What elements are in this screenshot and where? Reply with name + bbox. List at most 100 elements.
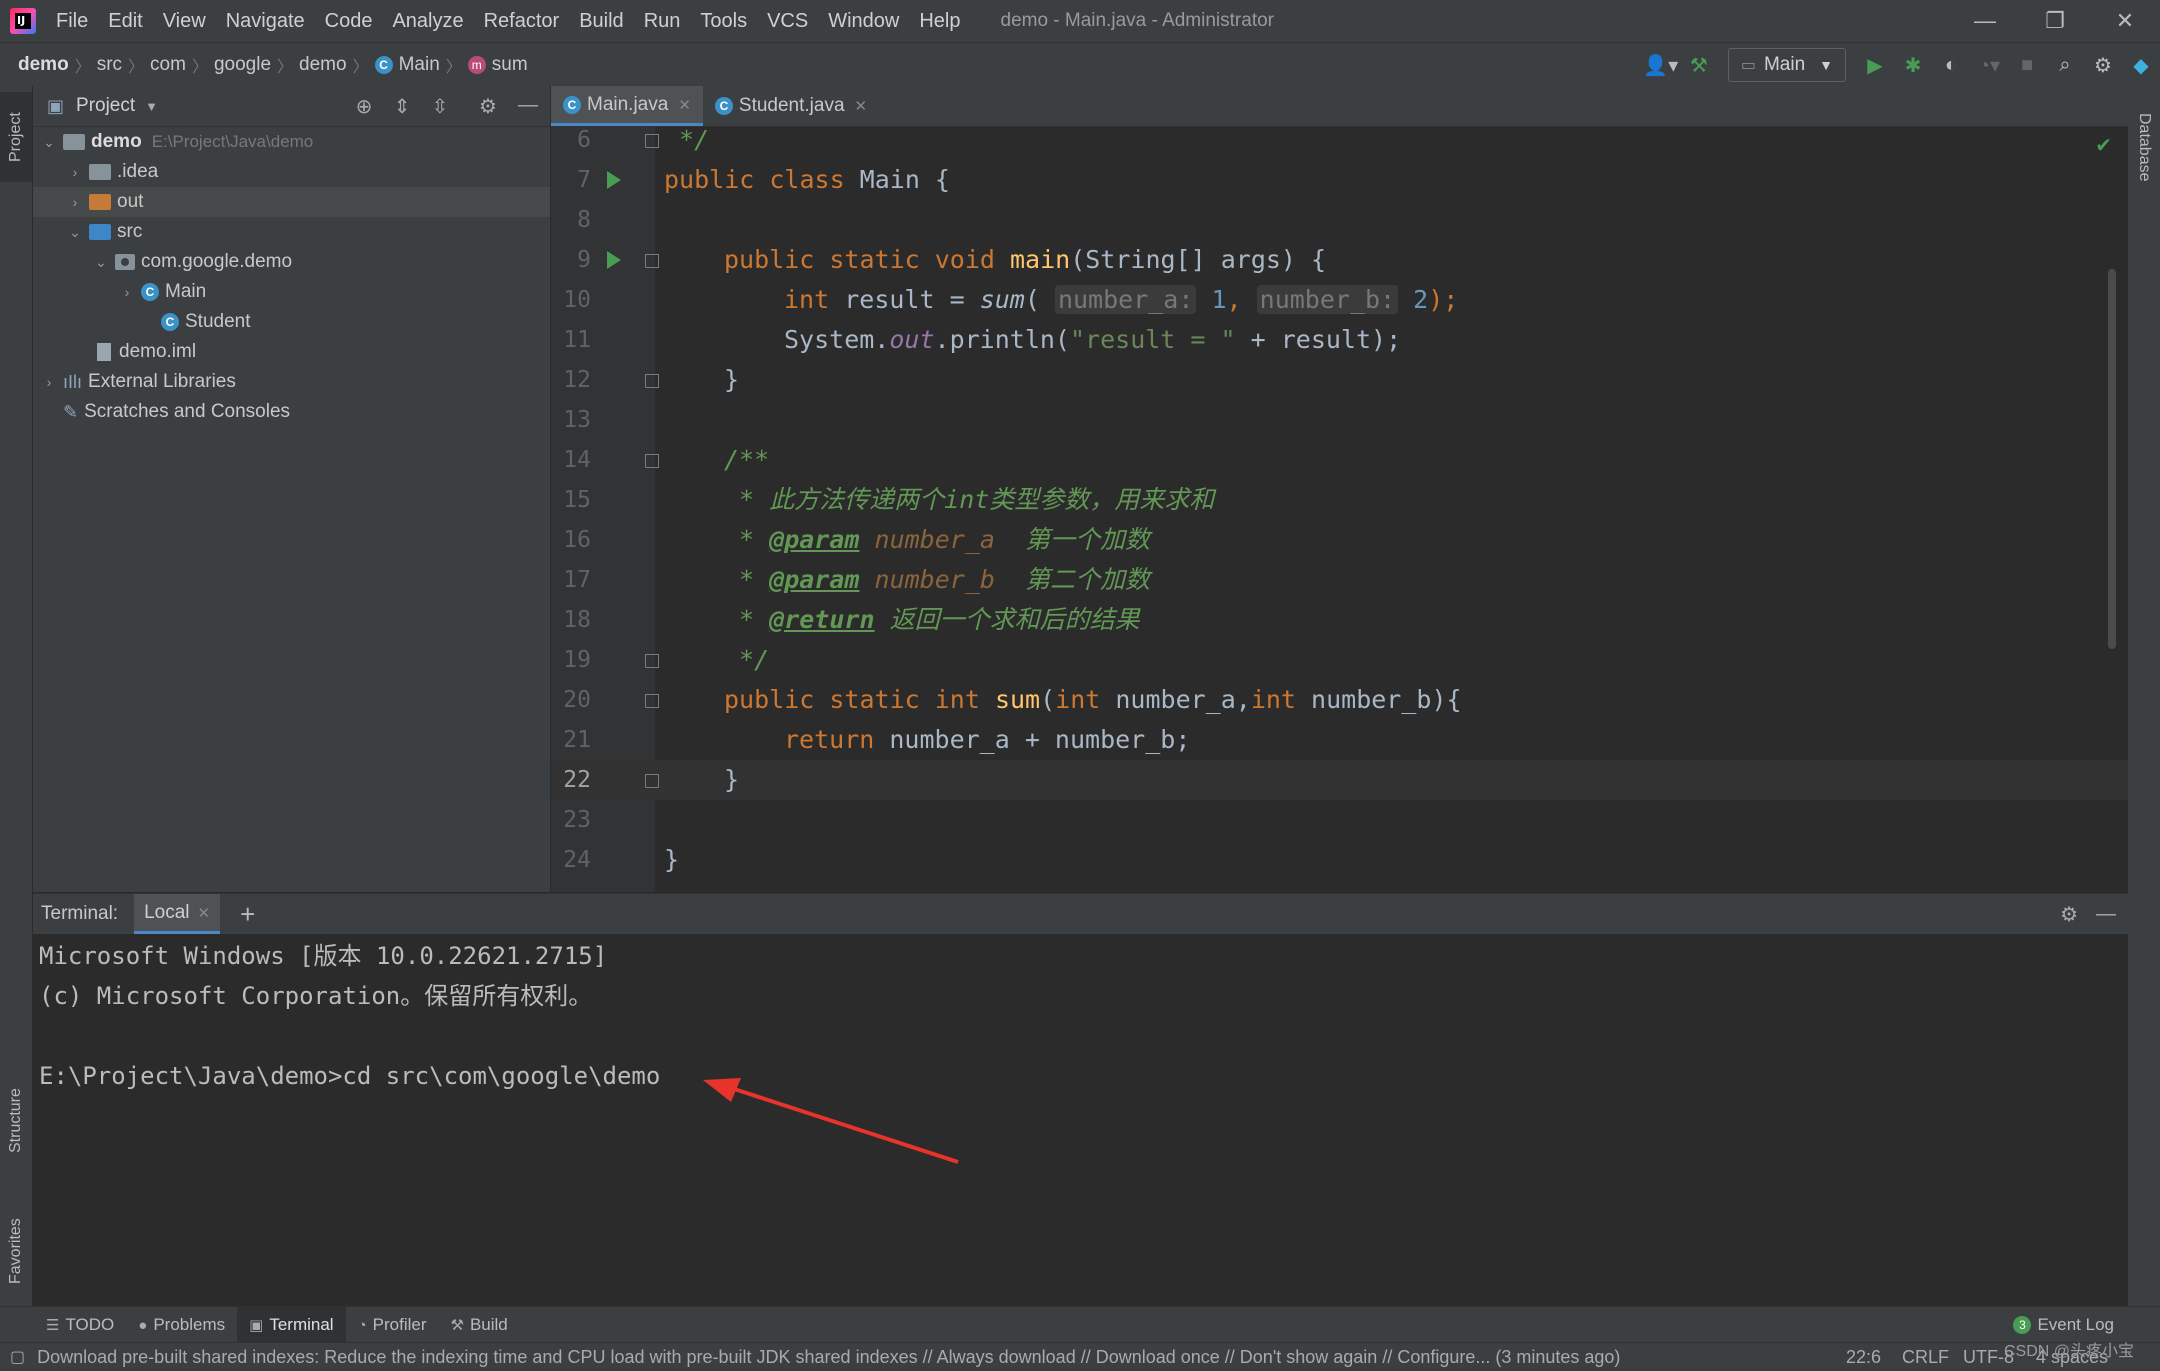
status-layout-icon[interactable]: ▢ [10, 1347, 25, 1367]
hammer-icon: ⚒ [450, 1317, 464, 1334]
breadcrumb-com[interactable]: com [144, 54, 192, 76]
gear-icon[interactable]: ⚙ [2060, 902, 2078, 927]
breadcrumb-main[interactable]: C Main [369, 54, 446, 76]
structure-tool-tab[interactable]: Structure [0, 1066, 32, 1176]
run-configuration-select[interactable]: ▭ Main ▼ [1727, 48, 1846, 82]
hide-panel-icon[interactable]: — [513, 94, 543, 120]
build-hammer-icon[interactable]: ⚒ [1680, 43, 1718, 87]
tree-item-out[interactable]: › out [33, 187, 550, 217]
breadcrumb-sum[interactable]: m sum [462, 54, 534, 76]
fold-icon[interactable] [645, 254, 659, 268]
breadcrumb-demo[interactable]: demo [12, 54, 75, 76]
menu-tools[interactable]: Tools [690, 0, 757, 42]
close-tab-icon[interactable]: ✕ [678, 96, 691, 114]
tab-profiler[interactable]: ◔ Profiler [346, 1307, 439, 1343]
fold-icon[interactable] [645, 774, 659, 788]
info-icon: ● [138, 1316, 148, 1334]
menu-refactor[interactable]: Refactor [474, 0, 570, 42]
caret-position[interactable]: 22:6 [1846, 1347, 1881, 1368]
fold-icon[interactable] [645, 374, 659, 388]
menu-run[interactable]: Run [634, 0, 691, 42]
debug-icon[interactable]: ✱ [1894, 43, 1932, 87]
tree-item-student[interactable]: C Student [33, 307, 550, 337]
tree-item-main[interactable]: › C Main [33, 277, 550, 307]
annotation-arrow-head [703, 1078, 741, 1102]
minimize-icon[interactable]: — [1950, 0, 2020, 42]
terminal-output[interactable]: Microsoft Windows [版本 10.0.22621.2715] (… [33, 934, 2128, 1306]
settings-gear-icon[interactable]: ⚙ [2084, 43, 2122, 87]
chevron-down-icon[interactable]: ▼ [145, 99, 158, 114]
line-separator[interactable]: CRLF [1902, 1347, 1949, 1368]
menu-file[interactable]: File [46, 0, 98, 42]
tree-item-demo-iml[interactable]: demo.iml [33, 337, 550, 367]
tab-student-java[interactable]: C Student.java ✕ [703, 86, 879, 126]
library-icon: ıIlı [63, 371, 83, 392]
tree-item-package[interactable]: ⌄ com.google.demo [33, 247, 550, 277]
collapse-all-icon[interactable]: ⇳ [425, 94, 455, 120]
tree-item-external-libraries[interactable]: › ıIlı External Libraries [33, 367, 550, 397]
status-message[interactable]: Download pre-built shared indexes: Reduc… [37, 1347, 1620, 1368]
breadcrumb-src[interactable]: src [91, 54, 128, 76]
new-terminal-plus-icon[interactable]: + [240, 899, 255, 930]
left-tool-strip: Project Structure Favorites [0, 86, 33, 1306]
menu-edit[interactable]: Edit [98, 0, 152, 42]
locate-file-icon[interactable]: ⊕ [349, 94, 379, 120]
tree-item-src[interactable]: ⌄ src [33, 217, 550, 247]
menu-build[interactable]: Build [569, 0, 633, 42]
favorites-tool-tab[interactable]: Favorites [0, 1196, 32, 1306]
database-tool-tab[interactable]: Database [2128, 92, 2160, 202]
restore-icon[interactable]: ❐ [2020, 0, 2090, 42]
gear-icon[interactable]: ⚙ [473, 94, 503, 120]
project-view-select[interactable]: Project [76, 95, 135, 117]
terminal-line: (c) Microsoft Corporation。保留所有权利。 [39, 982, 593, 1010]
tab-problems[interactable]: ● Problems [126, 1307, 237, 1343]
close-tab-icon[interactable]: ✕ [198, 904, 211, 922]
project-tool-tab[interactable]: Project [0, 92, 32, 182]
tab-terminal[interactable]: ▣ Terminal [237, 1307, 346, 1343]
code-line-6: 6 */ [577, 127, 710, 154]
tree-item-idea[interactable]: › .idea [33, 157, 550, 187]
breadcrumb-google[interactable]: google [208, 54, 277, 76]
menu-code[interactable]: Code [315, 0, 383, 42]
plugin-icon[interactable]: ◆ [2122, 43, 2160, 87]
run-gutter-icon[interactable] [607, 251, 621, 269]
chevron-right-icon: › [72, 164, 78, 180]
code-editor[interactable]: ✔ 6 */ 7 public class Main { 8 9 public st… [551, 127, 2128, 892]
terminal-tab-local[interactable]: Local ✕ [134, 894, 221, 934]
fold-icon[interactable] [645, 694, 659, 708]
menu-view[interactable]: View [153, 0, 216, 42]
chevron-right-icon: 〉 [445, 59, 462, 76]
run-config-icon: ▭ [1740, 57, 1756, 74]
folder-icon [89, 164, 111, 180]
terminal-label: Terminal: [41, 903, 119, 924]
coverage-icon[interactable]: ◐ [1932, 43, 1970, 87]
tree-item-scratches[interactable]: ✎ Scratches and Consoles [33, 397, 550, 427]
menu-help[interactable]: Help [909, 0, 970, 42]
fold-icon[interactable] [645, 454, 659, 468]
menu-window[interactable]: Window [818, 0, 909, 42]
tab-main-java[interactable]: C Main.java ✕ [551, 86, 703, 126]
tab-build[interactable]: ⚒ Build [439, 1307, 520, 1343]
run-icon[interactable]: ▶ [1856, 43, 1894, 87]
fold-icon[interactable] [645, 134, 659, 148]
hide-panel-icon[interactable]: — [2096, 903, 2116, 926]
run-gutter-icon[interactable] [607, 171, 621, 189]
menu-navigate[interactable]: Navigate [216, 0, 315, 42]
code-line-9: 9 public static void main(String[] args) … [577, 245, 1327, 274]
tab-todo[interactable]: ☰ TODO [34, 1307, 126, 1343]
close-tab-icon[interactable]: ✕ [855, 97, 868, 115]
menu-vcs[interactable]: VCS [757, 0, 818, 42]
close-icon[interactable]: ✕ [2090, 0, 2160, 42]
menu-analyze[interactable]: Analyze [382, 0, 473, 42]
expand-all-icon[interactable]: ⇕ [387, 94, 417, 120]
code-line-18: 18 * @return 返回一个求和后的结果 [563, 605, 1140, 634]
breadcrumb-demo-package[interactable]: demo [293, 54, 353, 76]
fold-icon[interactable] [645, 654, 659, 668]
stop-icon[interactable]: ■ [2008, 43, 2046, 87]
chevron-right-icon: 〉 [191, 59, 208, 76]
search-icon[interactable]: ⌕ [2046, 43, 2084, 87]
user-icon[interactable]: 👤▾ [1642, 43, 1680, 87]
event-log-count-badge: 3 [2013, 1316, 2032, 1334]
tree-root-demo[interactable]: ⌄ demo E:\Project\Java\demo [33, 127, 550, 157]
profiler-icon[interactable]: ◔▾ [1970, 43, 2008, 87]
